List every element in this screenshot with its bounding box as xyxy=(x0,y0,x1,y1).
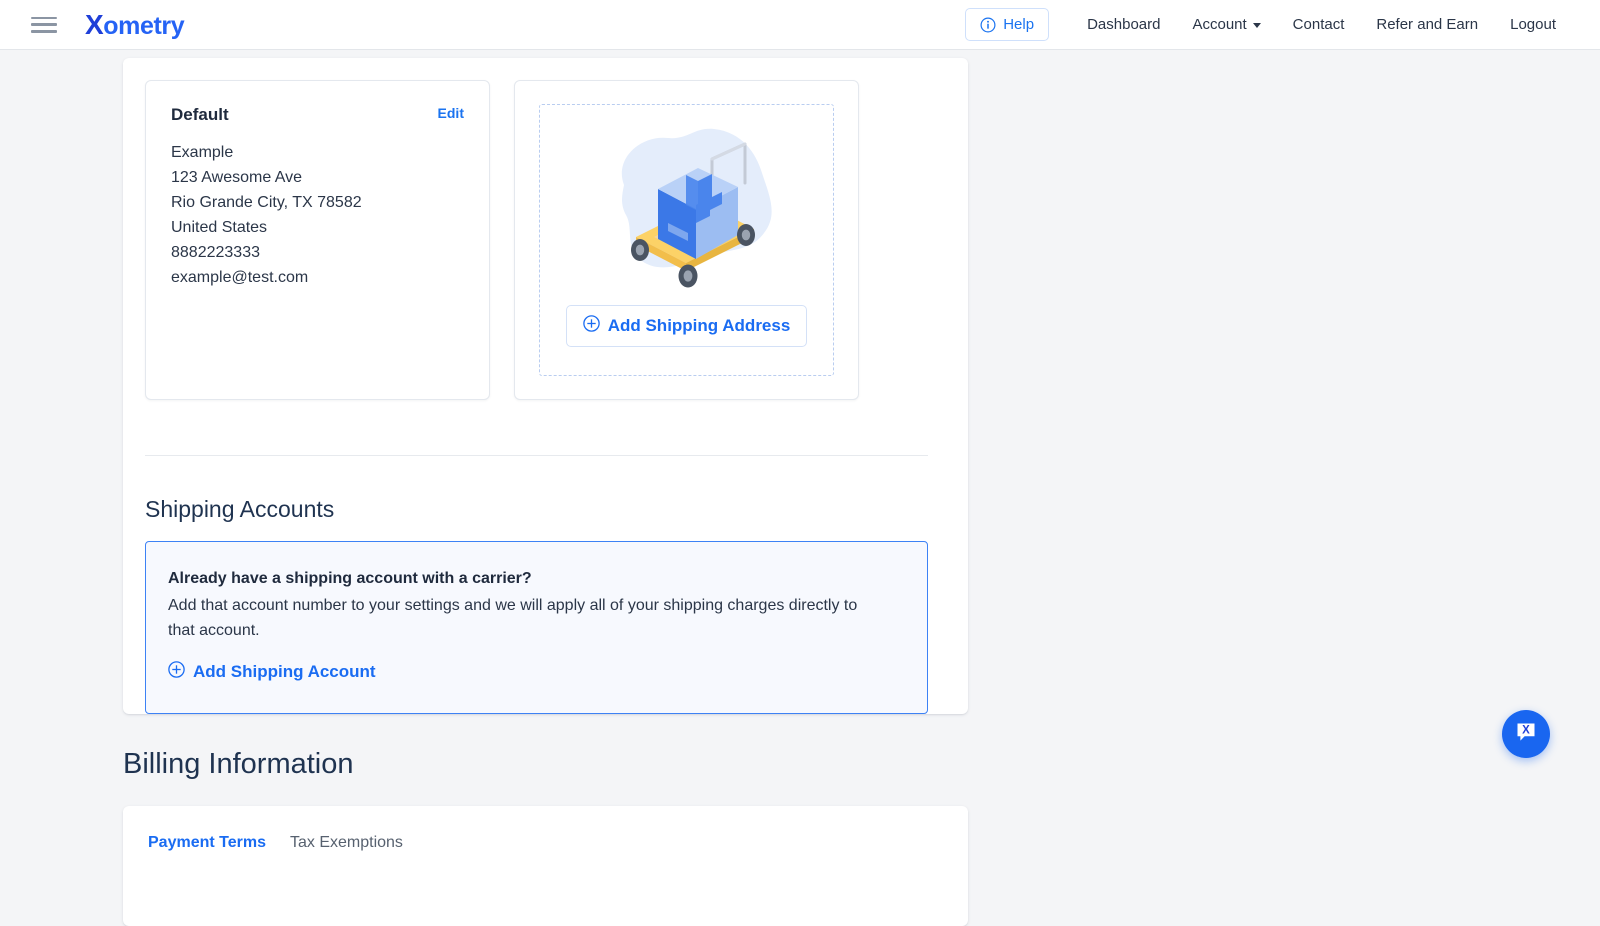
nav-item-label: Dashboard xyxy=(1087,16,1161,33)
add-shipping-account-link[interactable]: Add Shipping Account xyxy=(168,661,376,683)
hamburger-line xyxy=(31,30,57,33)
nav-item-logout[interactable]: Logout xyxy=(1494,8,1572,41)
nav-item-label: Account xyxy=(1192,16,1247,33)
billing-panel: Payment Terms Tax Exemptions xyxy=(123,806,968,926)
xometry-logo[interactable]: Xometry xyxy=(85,8,185,40)
nav-item-label: Contact xyxy=(1292,16,1345,33)
hamburger-menu-icon[interactable] xyxy=(31,15,57,35)
shipping-account-info-box: Already have a shipping account with a c… xyxy=(145,541,928,714)
info-box-body: Add that account number to your settings… xyxy=(168,597,858,639)
nav-item-account[interactable]: Account xyxy=(1176,8,1276,41)
address-line-phone: 8882223333 xyxy=(171,244,260,261)
billing-tabs: Payment Terms Tax Exemptions xyxy=(136,828,415,858)
add-shipping-account-label: Add Shipping Account xyxy=(193,662,376,681)
tab-tax-exemptions[interactable]: Tax Exemptions xyxy=(278,828,415,858)
info-box-heading: Already have a shipping account with a c… xyxy=(168,570,532,587)
address-lines: Example 123 Awesome Ave Rio Grande City,… xyxy=(171,140,464,290)
logo-x-mark: X xyxy=(85,8,104,40)
top-navigation-bar: Xometry Help Dashboard Account Contact R… xyxy=(0,0,1600,50)
primary-navigation: Help Dashboard Account Contact Refer and… xyxy=(965,8,1572,41)
nav-item-refer-and-earn[interactable]: Refer and Earn xyxy=(1360,8,1494,41)
shipping-address-cards: Default Edit Example 123 Awesome Ave Rio… xyxy=(145,80,859,400)
edit-address-link[interactable]: Edit xyxy=(438,105,464,121)
address-card-header: Default Edit xyxy=(171,105,464,125)
nav-item-contact[interactable]: Contact xyxy=(1277,8,1361,41)
chat-launcher-button[interactable]: X xyxy=(1502,710,1550,758)
plus-circle-icon xyxy=(582,315,600,337)
shipping-accounts-heading: Shipping Accounts xyxy=(145,496,335,522)
plus-circle-icon xyxy=(168,661,185,683)
shipping-panel: Default Edit Example 123 Awesome Ave Rio… xyxy=(123,58,968,714)
info-circle-icon xyxy=(980,16,996,33)
nav-item-label: Refer and Earn xyxy=(1376,16,1479,33)
logo-wordmark: ometry xyxy=(103,11,185,40)
tab-payment-terms[interactable]: Payment Terms xyxy=(136,828,278,858)
help-button[interactable]: Help xyxy=(965,8,1050,41)
address-line-email: example@test.com xyxy=(171,269,309,286)
add-address-card: Add Shipping Address xyxy=(514,80,859,400)
chat-bubble-x-icon: X xyxy=(1513,719,1539,750)
add-address-dropzone[interactable]: Add Shipping Address xyxy=(539,104,834,376)
nav-item-dashboard[interactable]: Dashboard xyxy=(1071,8,1176,41)
help-button-label: Help xyxy=(1003,16,1035,33)
section-divider xyxy=(145,455,928,456)
hamburger-line xyxy=(31,16,57,19)
page-body: Default Edit Example 123 Awesome Ave Rio… xyxy=(0,50,1600,926)
hamburger-line xyxy=(31,23,57,26)
svg-text:X: X xyxy=(1522,724,1530,736)
default-address-card: Default Edit Example 123 Awesome Ave Rio… xyxy=(145,80,490,400)
address-line-street: 123 Awesome Ave xyxy=(171,169,303,186)
billing-information-heading: Billing Information xyxy=(123,748,354,780)
shipping-cart-box-illustration xyxy=(562,111,812,301)
chevron-down-icon xyxy=(1252,23,1261,28)
address-line-city-state-zip: Rio Grande City, TX 78582 xyxy=(171,194,362,211)
address-line-country: United States xyxy=(171,219,268,236)
address-card-title: Default xyxy=(171,105,229,124)
add-shipping-address-label: Add Shipping Address xyxy=(607,316,791,335)
address-line-name: Example xyxy=(171,144,234,161)
add-shipping-address-button[interactable]: Add Shipping Address xyxy=(565,305,808,347)
nav-item-label: Logout xyxy=(1510,16,1556,33)
